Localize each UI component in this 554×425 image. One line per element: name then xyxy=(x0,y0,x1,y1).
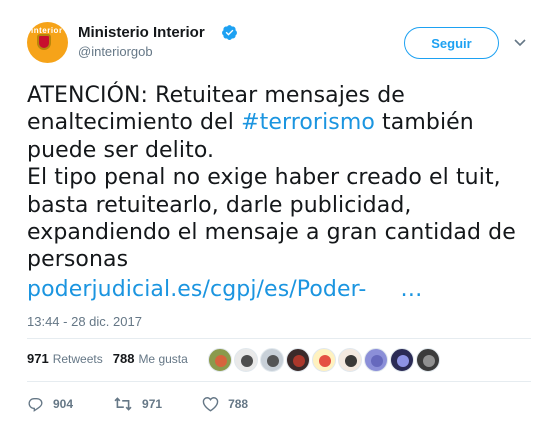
like-button[interactable]: 788 xyxy=(202,396,248,412)
liker-avatar[interactable] xyxy=(338,348,362,372)
avatar-image xyxy=(345,355,357,367)
avatar-image xyxy=(215,355,227,367)
hashtag-link[interactable]: #terrorismo xyxy=(241,110,375,135)
likes-label: Me gusta xyxy=(138,351,188,366)
reply-count: 904 xyxy=(53,397,74,411)
tweet-line: basta retuitearlo, darle publicidad, xyxy=(27,192,412,218)
avatar-image xyxy=(241,355,253,367)
tweet-line: El tipo penal no exige haber creado el t… xyxy=(27,165,501,191)
avatar-image xyxy=(267,355,279,367)
tweet-card: interior Ministerio Interior @interiorgo… xyxy=(0,0,554,425)
reply-button[interactable]: 904 xyxy=(27,396,73,412)
liker-avatar[interactable] xyxy=(390,348,414,372)
liker-avatar[interactable] xyxy=(416,348,440,372)
tweet-line: puede ser delito. xyxy=(27,137,215,163)
verified-badge-icon xyxy=(222,25,237,40)
heart-icon xyxy=(202,397,219,412)
divider xyxy=(27,338,531,339)
retweet-icon xyxy=(114,397,132,411)
tweet-link-line: poderjudicial.es/cgpj/es/Poder- … xyxy=(27,276,547,303)
liker-avatar[interactable] xyxy=(286,348,310,372)
liker-avatar[interactable] xyxy=(364,348,388,372)
author-avatar[interactable]: interior xyxy=(27,22,68,63)
tweet-line: expandiendo el mensaje a gran cantidad d… xyxy=(27,220,516,246)
retweets-stat[interactable]: 971 Retweets xyxy=(27,351,103,366)
tweet-line: personas xyxy=(27,247,129,273)
chevron-down-icon[interactable] xyxy=(514,38,526,47)
author-name[interactable]: Ministerio Interior xyxy=(78,24,205,41)
tweet-line: enaltecimiento del #terrorismo también xyxy=(27,110,474,136)
retweet-button[interactable]: 971 xyxy=(113,396,162,412)
tweet-url-link[interactable]: poderjudicial.es/cgpj/es/Poder- xyxy=(27,277,366,302)
liker-avatar[interactable] xyxy=(312,348,336,372)
coat-of-arms-icon xyxy=(37,34,51,50)
link-ellipsis[interactable]: … xyxy=(400,277,422,302)
avatar-image xyxy=(371,355,383,367)
avatar-image xyxy=(319,355,331,367)
timestamp[interactable]: 13:44 - 28 dic. 2017 xyxy=(27,314,142,329)
retweets-count: 971 xyxy=(27,351,49,366)
liker-avatar[interactable] xyxy=(234,348,258,372)
divider xyxy=(27,381,531,382)
avatar-image xyxy=(397,355,409,367)
tweet-line: ATENCIÓN: Retuitear mensajes de xyxy=(27,83,405,108)
liker-avatar[interactable] xyxy=(208,348,232,372)
tweet-actions: 904 971 788 xyxy=(27,396,288,412)
liker-avatars xyxy=(208,348,442,372)
like-count: 788 xyxy=(228,397,249,411)
retweets-label: Retweets xyxy=(52,351,103,366)
author-handle[interactable]: @interiorgob xyxy=(78,44,153,59)
engagement-stats: 971 Retweets 788 Me gusta xyxy=(27,351,198,366)
liker-avatar[interactable] xyxy=(260,348,284,372)
avatar-image xyxy=(293,355,305,367)
follow-button[interactable]: Seguir xyxy=(404,27,499,59)
likes-stat[interactable]: 788 Me gusta xyxy=(113,351,188,366)
retweet-count: 971 xyxy=(142,397,163,411)
reply-icon xyxy=(28,398,43,412)
tweet-text: ATENCIÓN: Retuitear mensajes de enalteci… xyxy=(27,82,547,303)
avatar-image xyxy=(423,355,435,367)
likes-count: 788 xyxy=(112,351,135,366)
